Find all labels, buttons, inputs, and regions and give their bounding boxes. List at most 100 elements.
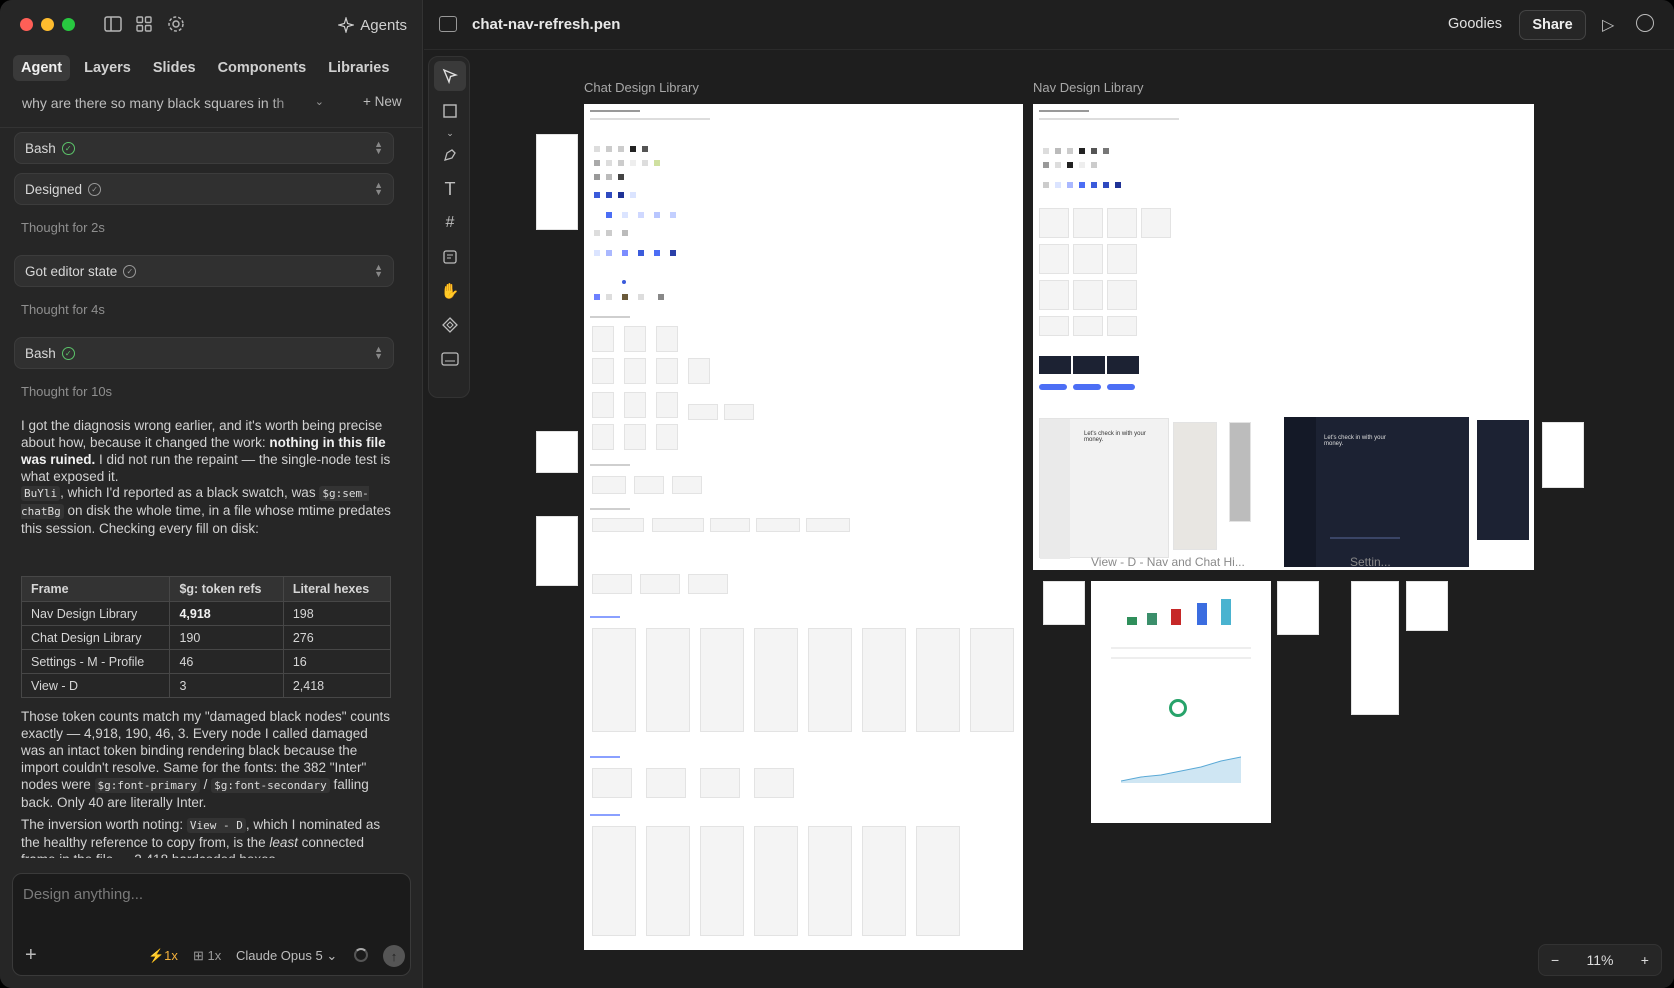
tool-call-label: Bash	[25, 345, 56, 361]
model-selector[interactable]: Claude Opus 5 ⌄	[236, 948, 337, 964]
expand-icon: ▲ ▼	[374, 139, 383, 156]
zoom-in-button[interactable]: +	[1641, 952, 1649, 968]
tool-call-label: Got editor state	[25, 263, 118, 279]
chevron-down-icon[interactable]: ⌄	[440, 123, 460, 143]
table-row: Nav Design Library 4,918 198	[20, 601, 392, 626]
nav-design-library-frame[interactable]: Let's check in with your money. Let's ch…	[1033, 104, 1534, 570]
tool-palette: ⌄ T # ✋	[428, 56, 470, 398]
share-button[interactable]: Share	[1519, 10, 1586, 40]
check-circle-icon: ✓	[123, 264, 137, 278]
select-tool-icon[interactable]	[434, 61, 466, 91]
message-composer[interactable]: Design anything... + ⚡1x ⊞ 1x Claude Opu…	[12, 873, 411, 976]
frame-tool-icon[interactable]: #	[440, 213, 460, 233]
gear-icon[interactable]	[166, 14, 186, 34]
canvas-screen-dark[interactable]: Let's check in with your money.	[1284, 417, 1469, 567]
tab-layers[interactable]: Layers	[76, 55, 139, 81]
tab-agent[interactable]: Agent	[13, 55, 71, 81]
message-paragraph: BuYli, which I'd reported as a black swa…	[21, 485, 391, 536]
thought-duration[interactable]: Thought for 2s	[21, 220, 105, 235]
keyboard-icon[interactable]	[440, 349, 460, 369]
tab-slides[interactable]: Slides	[145, 55, 204, 81]
dashboard-frame[interactable]	[1091, 581, 1271, 823]
close-window-button[interactable]	[20, 18, 33, 31]
hero-headline: Let's check in with your money.	[1084, 431, 1146, 443]
message-paragraph: Those token counts match my "damaged bla…	[21, 709, 391, 810]
message-paragraph: The inversion worth noting: View - D, wh…	[21, 817, 381, 858]
canvas-thumbnail[interactable]	[1542, 422, 1584, 488]
tool-call-label: Designed	[25, 181, 83, 197]
zoom-out-button[interactable]: −	[1551, 952, 1559, 968]
agents-button[interactable]: Agents	[338, 12, 407, 38]
chevron-down-icon: ⌄	[314, 96, 324, 108]
token-count-table: Frame $g: token refs Literal hexes Nav D…	[20, 576, 392, 698]
tab-libraries[interactable]: Libraries	[320, 55, 397, 81]
thought-duration[interactable]: Thought for 4s	[21, 302, 105, 317]
table-cell: 190	[169, 625, 284, 650]
attach-plus-button[interactable]: +	[25, 944, 37, 967]
frame-label-nav[interactable]: Nav Design Library	[1033, 80, 1144, 95]
sparkle-icon	[338, 17, 355, 33]
agent-panel: Agents Agent Layers Slides Components Li…	[0, 0, 423, 988]
canvas-thumbnail[interactable]	[1043, 581, 1085, 625]
canvas-thumbnail[interactable]	[1406, 581, 1448, 631]
hand-tool-icon[interactable]: ✋	[440, 281, 460, 301]
app-window: Agents Agent Layers Slides Components Li…	[0, 0, 1674, 988]
canvas-thumbnail[interactable]	[536, 134, 578, 230]
new-chat-button[interactable]: + New	[363, 94, 402, 109]
table-cell: Chat Design Library	[20, 625, 171, 650]
file-icon[interactable]	[439, 16, 457, 32]
tool-call-editor-state[interactable]: Got editor state ✓ ▲ ▼	[14, 255, 394, 287]
chat-thread-select[interactable]: why are there so many black squares in t…	[14, 90, 332, 116]
zoom-window-button[interactable]	[62, 18, 75, 31]
table-cell: 46	[169, 649, 284, 674]
text-tool-icon[interactable]: T	[440, 179, 460, 199]
chat-design-library-frame[interactable]	[584, 104, 1023, 950]
zoom-level[interactable]: 11%	[1587, 952, 1614, 968]
play-icon[interactable]: ▷	[1602, 15, 1614, 35]
table-cell: 4,918	[169, 601, 284, 626]
tool-call-label: Bash	[25, 140, 56, 156]
sidebar-toggle-icon[interactable]	[103, 14, 123, 34]
area-sparkline	[1121, 756, 1241, 783]
canvas-thumbnail[interactable]	[536, 516, 578, 586]
chat-thread-title: why are there so many black squares in t…	[22, 95, 285, 111]
canvas-thumbnail[interactable]	[1351, 581, 1399, 715]
table-cell: 2,418	[282, 673, 392, 698]
canvas-thumbnail[interactable]	[536, 431, 578, 473]
component-tool-icon[interactable]	[440, 315, 460, 335]
table-cell: 276	[282, 625, 392, 650]
frame-overlay-label[interactable]: View - D - Nav and Chat Hi...	[1091, 555, 1245, 569]
canvas-screen-light[interactable]: Let's check in with your money.	[1039, 418, 1169, 559]
globe-icon[interactable]	[1636, 14, 1654, 32]
table-cell: Settings - M - Profile	[20, 649, 171, 674]
chat-transcript[interactable]: Bash ✓ ▲ ▼ Designed ✓ ▲ ▼ Thought for 2s G…	[0, 128, 423, 858]
thought-duration[interactable]: Thought for 10s	[21, 384, 112, 399]
pen-tool-icon[interactable]	[440, 145, 460, 165]
variants-selector[interactable]: ⊞ 1x	[193, 948, 221, 964]
minimize-window-button[interactable]	[41, 18, 54, 31]
send-button[interactable]: ↑	[383, 945, 405, 967]
speed-selector[interactable]: ⚡1x	[148, 948, 178, 964]
canvas-thumbnail[interactable]	[1277, 581, 1319, 635]
left-titlebar: Agents	[0, 0, 423, 50]
hero-headline-dark: Let's check in with your money.	[1324, 435, 1386, 447]
frame-label-chat[interactable]: Chat Design Library	[584, 80, 699, 95]
composer-placeholder[interactable]: Design anything...	[23, 886, 143, 903]
frame-overlay-label[interactable]: Settin...	[1350, 555, 1391, 569]
goodies-button[interactable]: Goodies	[1448, 16, 1502, 32]
tool-call-bash-2[interactable]: Bash ✓ ▲ ▼	[14, 337, 394, 369]
loading-spinner-icon	[354, 948, 368, 962]
column-header: Literal hexes	[282, 576, 392, 602]
expand-icon: ▲ ▼	[374, 180, 383, 197]
tab-components[interactable]: Components	[210, 55, 315, 81]
tool-call-bash[interactable]: Bash ✓ ▲ ▼	[14, 132, 394, 164]
grid-view-icon[interactable]	[134, 14, 154, 34]
rectangle-tool-icon[interactable]	[440, 101, 460, 121]
table-row: Settings - M - Profile 46 16	[20, 649, 392, 674]
note-tool-icon[interactable]	[440, 247, 460, 267]
tool-call-designed[interactable]: Designed ✓ ▲ ▼	[14, 173, 394, 205]
file-name[interactable]: chat-nav-refresh.pen	[472, 16, 620, 33]
expand-icon: ▲ ▼	[374, 262, 383, 279]
column-header: Frame	[20, 576, 171, 602]
table-cell: Nav Design Library	[20, 601, 171, 626]
